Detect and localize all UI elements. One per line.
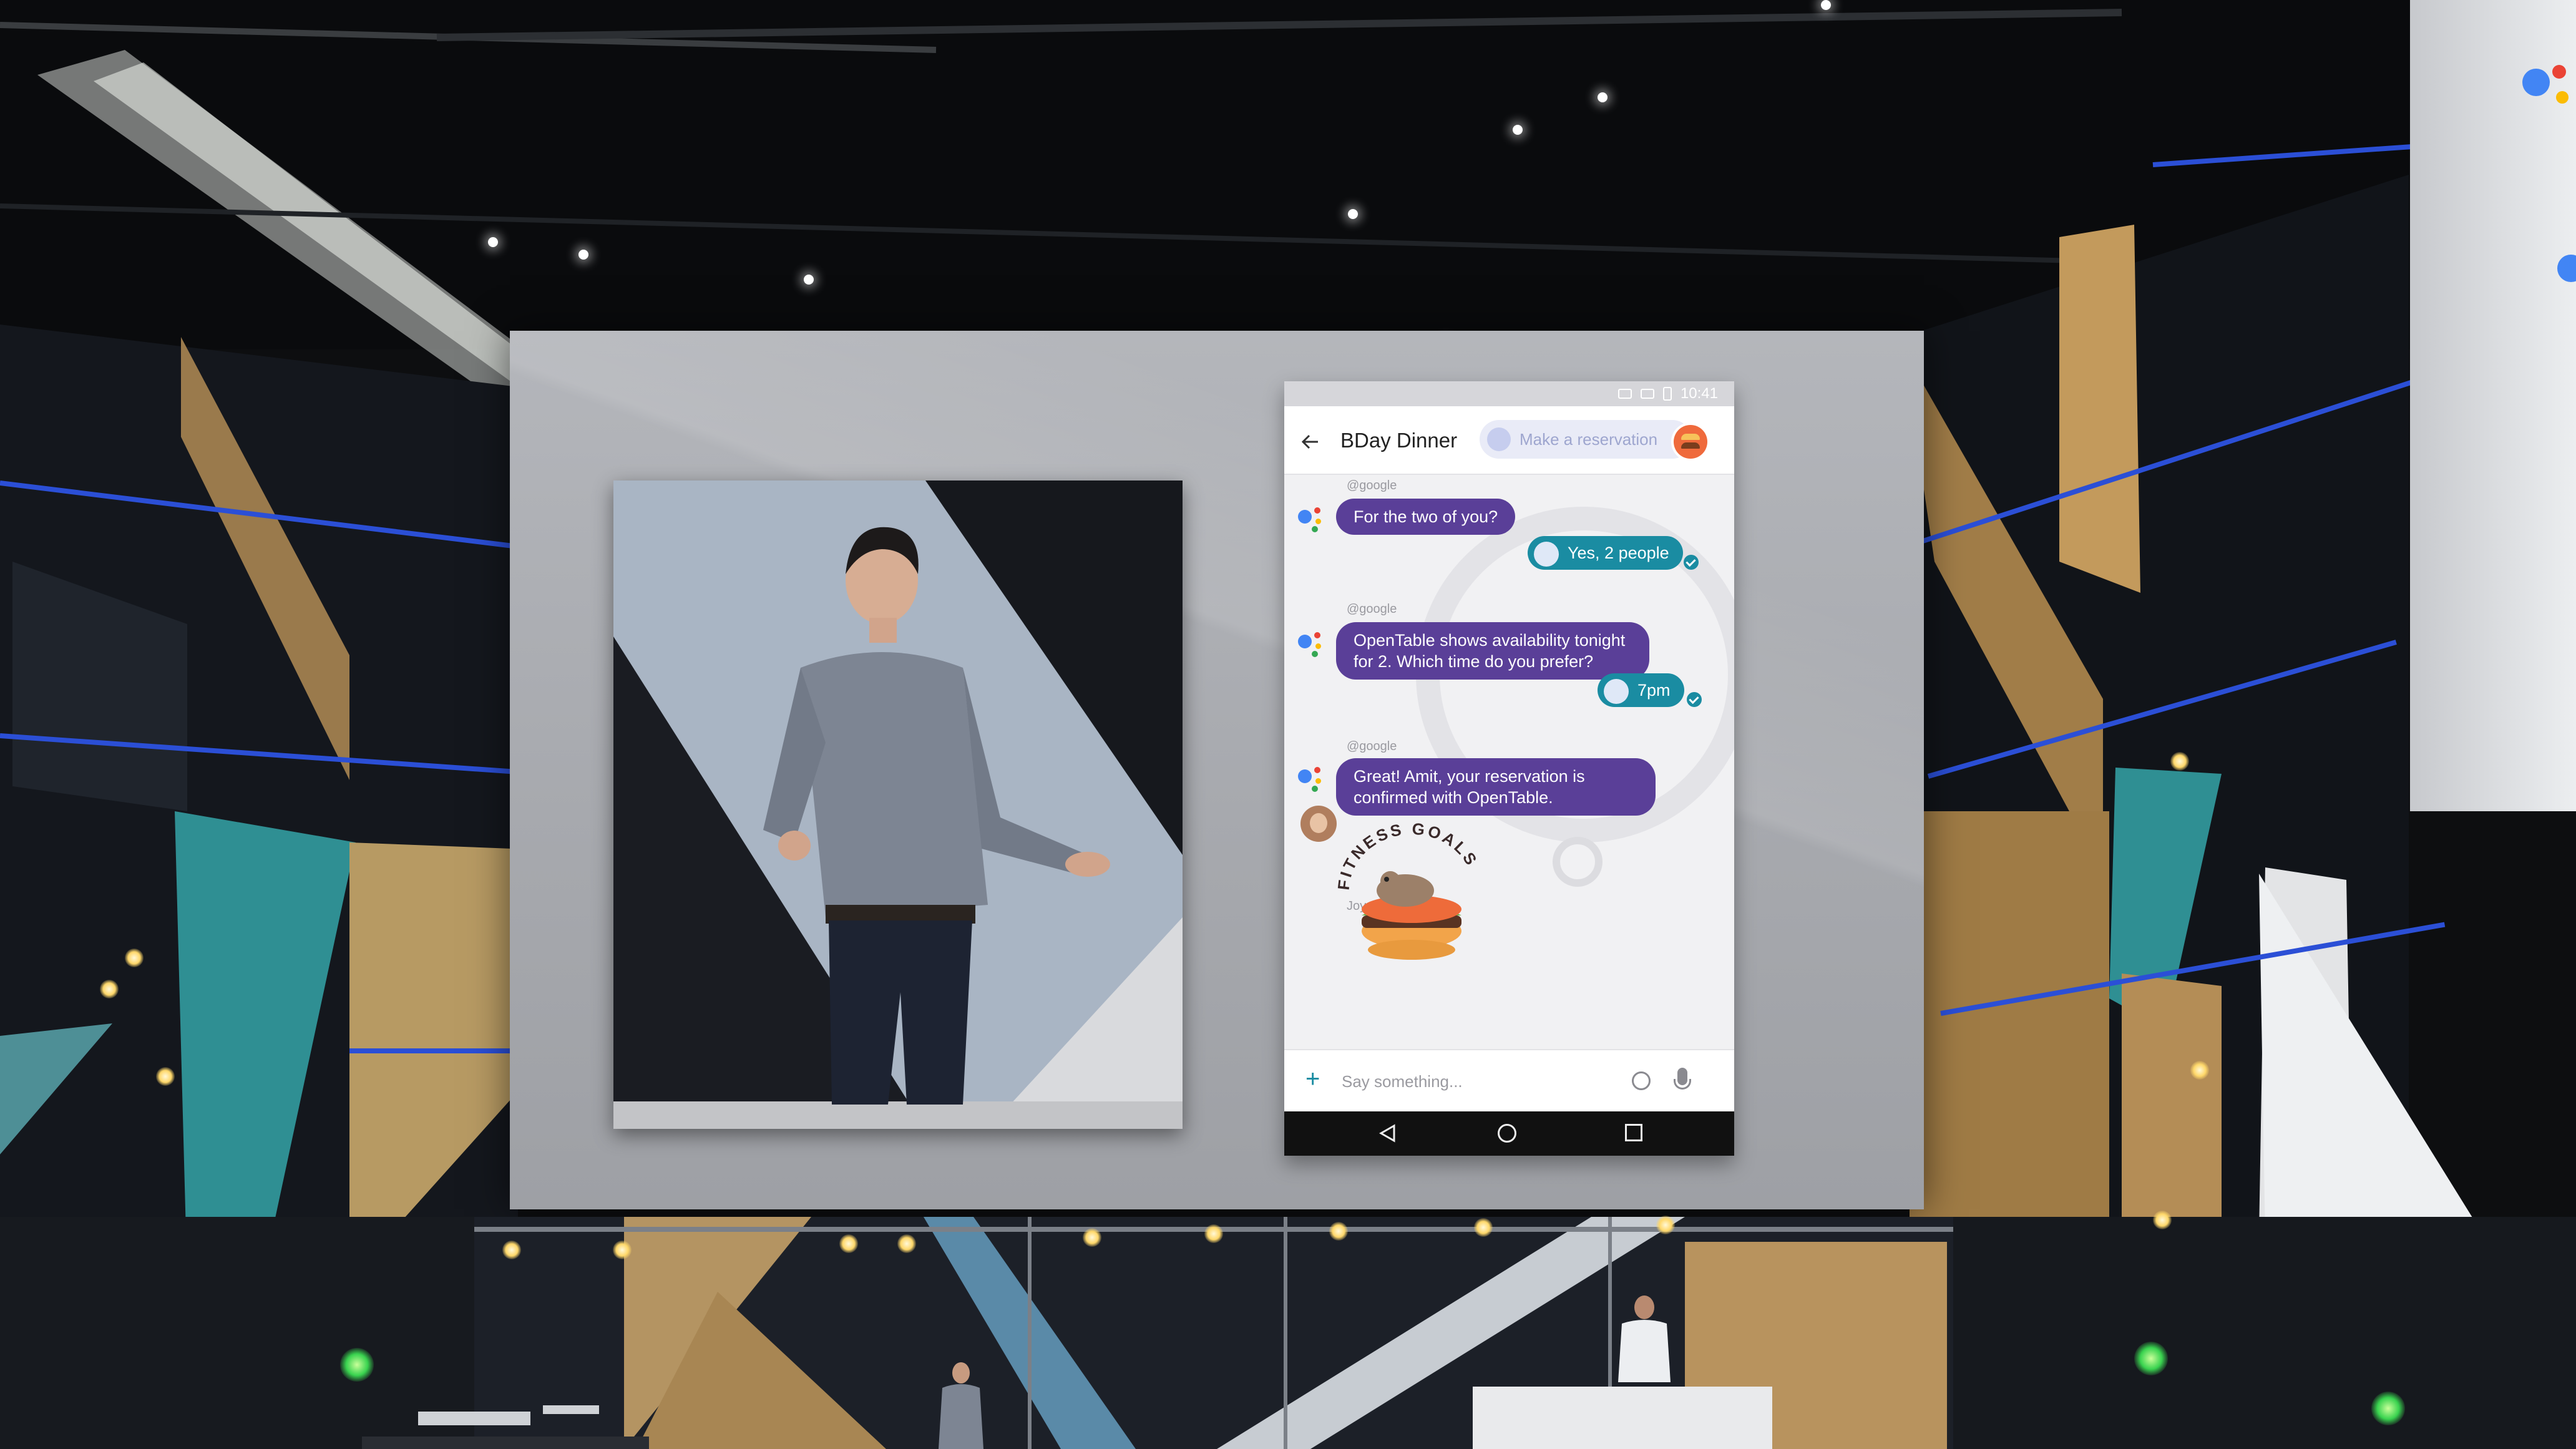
- ceiling-light: [1348, 209, 1358, 219]
- presenter-on-stage: [939, 1362, 983, 1449]
- sender-handle: @google: [1347, 739, 1397, 753]
- stage-spotlight: [125, 949, 144, 967]
- user-reply: Yes, 2 people: [1528, 536, 1683, 570]
- stage-spotlight: [897, 1234, 916, 1253]
- phone-screen: 10:41 BDay Dinner Make a reservation @go…: [1284, 381, 1734, 1156]
- checkmark-icon: [1687, 692, 1702, 707]
- joy-avatar: [1300, 806, 1337, 842]
- reply-text: Yes, 2 people: [1568, 544, 1669, 562]
- message-line: confirmed with OpenTable.: [1354, 788, 1553, 807]
- assistant-dot-icon: [2557, 255, 2576, 282]
- assistant-avatar: [1487, 427, 1511, 451]
- assistant-message: OpenTable shows availability tonight for…: [1336, 622, 1649, 680]
- assistant-message: Great! Amit, your reservation is confirm…: [1336, 758, 1656, 816]
- ceiling-light: [578, 250, 588, 260]
- chip-label: Make a reservation: [1520, 430, 1658, 449]
- data-icon: [1640, 389, 1654, 399]
- emoji-icon[interactable]: [1632, 1071, 1651, 1090]
- message-line: Great! Amit, your reservation is: [1354, 767, 1585, 786]
- message-list: @google For the two of you? Yes, 2 peopl…: [1284, 475, 1734, 1018]
- checkmark-icon: [1684, 555, 1699, 570]
- projection-screen: 10:41 BDay Dinner Make a reservation @go…: [510, 331, 1924, 1209]
- green-stage-light: [2134, 1342, 2168, 1375]
- stage-spotlight: [502, 1241, 521, 1259]
- nav-home-icon[interactable]: [1498, 1124, 1516, 1143]
- ceiling-light: [1598, 92, 1608, 102]
- plus-icon[interactable]: +: [1305, 1065, 1320, 1093]
- nav-back-icon[interactable]: [1379, 1124, 1395, 1143]
- message-line: OpenTable shows availability tonight: [1354, 631, 1626, 650]
- podium: [1473, 1387, 1772, 1449]
- assistant-dot-icon: [2556, 91, 2569, 104]
- stage-spotlight: [156, 1067, 175, 1086]
- message-input[interactable]: Say something...: [1342, 1072, 1463, 1091]
- keynote-stage-scene: 10:41 BDay Dinner Make a reservation @go…: [0, 0, 2576, 1449]
- google-assistant-icon: [1298, 507, 1327, 536]
- reply-text: 7pm: [1637, 681, 1671, 700]
- stage-spotlight: [1083, 1228, 1101, 1247]
- ceiling-light: [488, 237, 498, 247]
- status-bar: 10:41: [1284, 381, 1734, 406]
- chat-app-bar: BDay Dinner Make a reservation: [1284, 406, 1734, 475]
- stage-spotlight: [613, 1241, 632, 1259]
- back-arrow-icon[interactable]: [1300, 432, 1319, 451]
- presenter-video-feed: [613, 481, 1183, 1129]
- chat-title: BDay Dinner: [1340, 429, 1458, 452]
- message-line: for 2. Which time do you prefer?: [1354, 652, 1594, 671]
- user-avatar: [1604, 679, 1629, 704]
- blue-truss: [349, 1048, 518, 1053]
- make-reservation-chip[interactable]: Make a reservation: [1480, 420, 1692, 459]
- user-reply: 7pm: [1598, 673, 1684, 707]
- user-avatar: [1534, 542, 1559, 567]
- stage-spotlight: [1656, 1216, 1675, 1234]
- presenter-video-image: [613, 481, 1183, 1129]
- fitness-goals-sticker[interactable]: FITNESS GOALS: [1334, 819, 1486, 965]
- stage-spotlight: [1329, 1222, 1348, 1241]
- group-avatar[interactable]: [1674, 425, 1707, 459]
- second-presenter: [1618, 1295, 1671, 1382]
- band-equipment: [362, 1405, 649, 1449]
- android-nav-bar: [1284, 1111, 1734, 1156]
- stage-spotlight: [2153, 1211, 2172, 1229]
- ceiling-light: [804, 275, 814, 285]
- microphone-icon[interactable]: [1674, 1068, 1691, 1090]
- status-time: 10:41: [1680, 385, 1718, 402]
- stage-spotlight: [839, 1234, 858, 1253]
- green-stage-light: [2371, 1392, 2405, 1425]
- sticker-image: FITNESS GOALS: [1334, 819, 1480, 960]
- cast-icon: [1617, 389, 1632, 399]
- side-display: [2410, 0, 2576, 811]
- sender-handle: @google: [1347, 479, 1397, 492]
- assistant-dot-icon: [2552, 65, 2566, 79]
- stage-spotlight: [2170, 752, 2189, 771]
- google-assistant-icon: [1298, 632, 1327, 661]
- stage-spotlight: [2190, 1061, 2209, 1080]
- compose-bar: + Say something...: [1284, 1049, 1734, 1111]
- battery-icon: [1662, 387, 1672, 401]
- stage-spotlight: [1474, 1218, 1493, 1237]
- stage-spotlight: [1204, 1224, 1223, 1243]
- stage-spotlight: [100, 980, 119, 998]
- google-assistant-icon: [1298, 767, 1327, 796]
- ceiling-light: [1513, 125, 1523, 135]
- ceiling-light: [1821, 0, 1831, 10]
- assistant-dot-icon: [2522, 69, 2550, 96]
- sender-handle: @google: [1347, 602, 1397, 616]
- nav-recents-icon[interactable]: [1625, 1124, 1642, 1141]
- assistant-message: For the two of you?: [1336, 499, 1516, 535]
